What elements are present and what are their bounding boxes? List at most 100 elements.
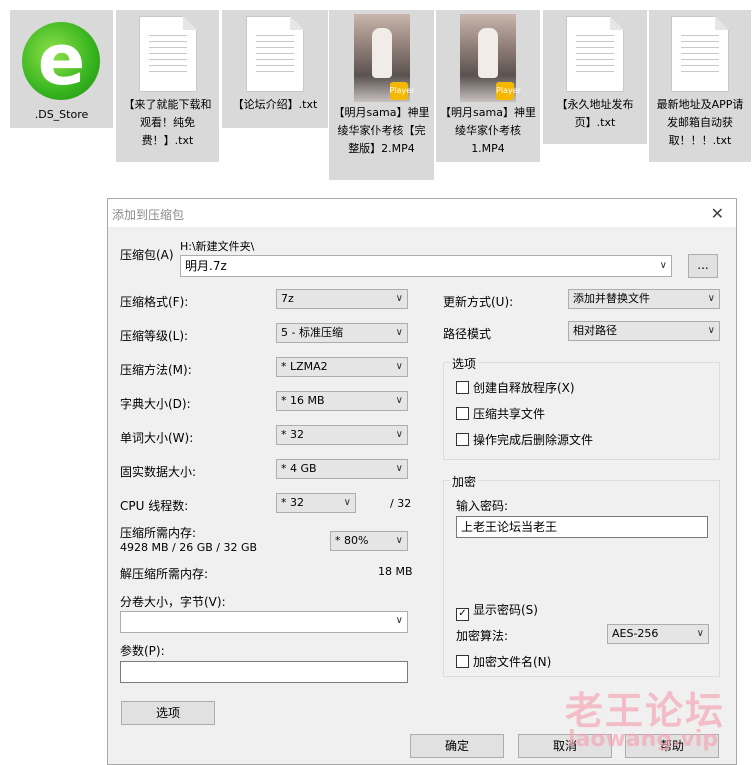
checkmark-icon: ✓ (456, 608, 469, 621)
mem-value: 4928 MB / 26 GB / 32 GB (120, 541, 258, 554)
method-select[interactable]: * LZMA2 ∨ (276, 357, 408, 377)
encrypt-names-checkbox[interactable]: 加密文件名(N) (456, 653, 551, 670)
chevron-down-icon: ∨ (395, 429, 403, 440)
checkbox-icon (456, 655, 469, 668)
chevron-down-icon: ∨ (395, 293, 403, 304)
file-name: .DS_Store (34, 108, 89, 121)
word-label: 单词大小(W): (120, 431, 194, 445)
mem-percent-value: * 80% (335, 534, 369, 547)
options-group: 选项 创建自释放程序(X) 压缩共享文件 操作完成后删除源文件 (443, 355, 720, 460)
enc-method-value: AES-256 (612, 627, 659, 640)
archive-name-combo[interactable]: 明月.7z ∨ (180, 255, 672, 277)
update-label: 更新方式(U): (443, 295, 514, 309)
file-name: 【明月sama】神里绫华家仆考核【完整版】2.MP4 (333, 106, 430, 155)
encryption-group-title: 加密 (450, 473, 479, 490)
file-ds-store[interactable]: e .DS_Store (10, 10, 113, 128)
cpu-select[interactable]: * 32 ∨ (276, 493, 356, 513)
format-value: 7z (281, 292, 294, 305)
cpu-value: * 32 (281, 496, 304, 509)
path-value: 相对路径 (573, 324, 617, 337)
file-txt-forum[interactable]: 【论坛介绍】.txt (222, 10, 328, 128)
sfx-checkbox[interactable]: 创建自释放程序(X) (456, 379, 575, 396)
update-select[interactable]: 添加并替换文件 ∨ (568, 289, 720, 309)
player-badge: Player (389, 82, 414, 100)
checkbox-icon (456, 381, 469, 394)
file-name: 【明月sama】神里绫华家仆考核1.MP4 (440, 106, 536, 155)
level-select[interactable]: 5 - 标准压缩 ∨ (276, 323, 408, 343)
params-input[interactable] (120, 661, 408, 683)
chevron-down-icon: ∨ (395, 535, 403, 546)
split-label: 分卷大小，字节(V): (120, 595, 226, 609)
word-select[interactable]: * 32 ∨ (276, 425, 408, 445)
dict-value: * 16 MB (281, 394, 325, 407)
chevron-down-icon: ∨ (395, 463, 403, 474)
path-select[interactable]: 相对路径 ∨ (568, 321, 720, 341)
shared-checkbox[interactable]: 压缩共享文件 (456, 405, 545, 422)
text-file-icon (671, 16, 729, 92)
chevron-down-icon: ∨ (696, 628, 704, 639)
cpu-label: CPU 线程数: (120, 499, 189, 513)
watermark-url: laowang.vip (568, 727, 719, 752)
method-value: * LZMA2 (281, 360, 328, 373)
level-label: 压缩等级(L): (120, 329, 189, 343)
video-file-icon: Player (353, 14, 414, 102)
password-label: 输入密码: (456, 499, 509, 513)
text-file-icon (138, 16, 197, 92)
sfx-label: 创建自释放程序(X) (473, 381, 575, 395)
archive-label: 压缩包(A) (120, 248, 174, 262)
show-password-checkbox[interactable]: ✓ 显示密码(S) (456, 601, 538, 621)
options-group-title: 选项 (450, 355, 479, 372)
ok-button[interactable]: 确定 (410, 734, 504, 758)
chevron-down-icon: ∨ (395, 361, 403, 372)
password-input[interactable]: 上老王论坛当老王 (456, 516, 708, 538)
mem-label: 压缩所需内存: (120, 526, 197, 540)
shared-label: 压缩共享文件 (473, 407, 546, 421)
file-txt-permanent[interactable]: 【永久地址发布页】.txt (543, 10, 647, 144)
archive-name-value: 明月.7z (185, 259, 227, 273)
chevron-down-icon: ∨ (395, 395, 403, 406)
solid-value: * 4 GB (281, 462, 317, 475)
mem-percent-select[interactable]: * 80% ∨ (330, 531, 408, 551)
format-label: 压缩格式(F): (120, 295, 189, 309)
chevron-down-icon: ∨ (343, 497, 351, 508)
title-bar: 添加到压缩包 ✕ (108, 199, 736, 227)
solid-select[interactable]: * 4 GB ∨ (276, 459, 408, 479)
player-badge: Player (496, 82, 521, 100)
text-file-icon (566, 16, 624, 92)
video-file-icon: Player (460, 14, 521, 102)
options-button[interactable]: 选项 (121, 701, 215, 725)
chevron-down-icon: ∨ (707, 293, 715, 304)
archive-path: H:\新建文件夹\ (180, 240, 255, 253)
chevron-down-icon: ∨ (707, 325, 715, 336)
delete-label: 操作完成后删除源文件 (473, 433, 594, 447)
file-txt-free[interactable]: 【来了就能下载和观看！纯免费！】.txt (116, 10, 219, 162)
chevron-down-icon: ∨ (659, 260, 667, 271)
decomp-value: 18 MB (378, 565, 413, 578)
file-name: 最新地址及APP请发邮箱自动获取！！！.txt (656, 98, 744, 147)
file-video-2[interactable]: Player 【明月sama】神里绫华家仆考核【完整版】2.MP4 (329, 10, 434, 180)
format-select[interactable]: 7z ∨ (276, 289, 408, 309)
level-value: 5 - 标准压缩 (281, 326, 343, 339)
dict-label: 字典大小(D): (120, 397, 191, 411)
method-label: 压缩方法(M): (120, 363, 192, 377)
cpu-max: / 32 (390, 497, 412, 510)
ie-file-icon: e (18, 16, 106, 104)
file-txt-latest[interactable]: 最新地址及APP请发邮箱自动获取！！！.txt (649, 10, 751, 162)
enc-method-select[interactable]: AES-256 ∨ (607, 624, 709, 644)
chevron-down-icon: ∨ (395, 615, 403, 626)
enc-method-label: 加密算法: (456, 629, 509, 643)
file-video-1[interactable]: Player 【明月sama】神里绫华家仆考核1.MP4 (436, 10, 540, 162)
browse-button[interactable]: ... (688, 254, 718, 278)
encryption-group: 加密 输入密码: 上老王论坛当老王 ✓ 显示密码(S) 加密算法: AES-256… (443, 473, 720, 677)
checkbox-icon (456, 407, 469, 420)
update-value: 添加并替换文件 (573, 292, 650, 305)
show-password-label: 显示密码(S) (473, 603, 538, 617)
split-size-combo[interactable]: ∨ (120, 611, 408, 633)
file-name: 【永久地址发布页】.txt (556, 98, 634, 129)
decomp-label: 解压缩所需内存: (120, 567, 209, 581)
text-file-icon (246, 16, 304, 92)
close-icon[interactable]: ✕ (711, 204, 724, 223)
delete-checkbox[interactable]: 操作完成后删除源文件 (456, 431, 593, 448)
dict-select[interactable]: * 16 MB ∨ (276, 391, 408, 411)
file-name: 【来了就能下载和观看！纯免费！】.txt (123, 98, 212, 147)
